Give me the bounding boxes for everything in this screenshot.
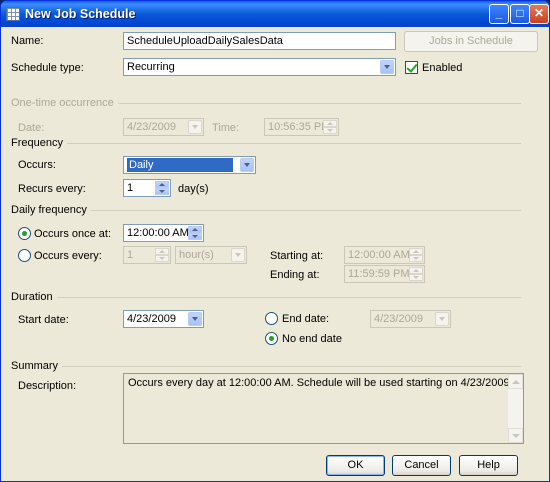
starting-at-label: Starting at: xyxy=(270,250,324,262)
new-job-schedule-dialog: New Job Schedule _ □ ✕ Name: ScheduleUpl… xyxy=(0,0,550,482)
one-time-time-value: 10:56:35 PM xyxy=(268,121,331,133)
spin-down-icon[interactable] xyxy=(409,255,423,262)
frequency-divider xyxy=(11,143,521,144)
occurs-once-time-value: 12:00:00 AM xyxy=(127,227,189,239)
end-date-picker[interactable]: 4/23/2009 xyxy=(370,310,451,328)
chevron-down-icon[interactable] xyxy=(188,120,202,134)
no-end-date-label: No end date xyxy=(282,333,342,345)
chevron-down-icon[interactable] xyxy=(435,312,449,326)
name-label: Name: xyxy=(11,35,44,47)
one-time-group-title: One-time occurrence xyxy=(11,97,118,109)
recurs-every-label: Recurs every: xyxy=(18,183,86,195)
spin-down-icon[interactable] xyxy=(155,255,169,262)
enabled-label: Enabled xyxy=(422,62,463,74)
spin-down-icon[interactable] xyxy=(323,127,337,134)
occurs-dropdown[interactable]: Daily xyxy=(123,156,256,174)
daily-frequency-group-title: Daily frequency xyxy=(11,204,91,216)
jobs-in-schedule-button[interactable]: Jobs in Schedule xyxy=(404,31,538,52)
spin-down-icon[interactable] xyxy=(155,188,169,195)
occurs-every-unit-value: hour(s) xyxy=(179,249,214,261)
name-field[interactable]: ScheduleUploadDailySalesData xyxy=(123,32,396,50)
spin-up-icon[interactable] xyxy=(155,248,169,255)
occurs-every-spinner[interactable]: 1 xyxy=(123,246,171,264)
start-date-picker[interactable]: 4/23/2009 xyxy=(123,310,204,328)
window-title: New Job Schedule xyxy=(25,7,136,21)
occurs-label: Occurs: xyxy=(18,159,56,171)
start-date-label: Start date: xyxy=(18,314,69,326)
chevron-down-icon[interactable] xyxy=(231,248,245,262)
end-date-value: 4/23/2009 xyxy=(374,313,423,325)
spin-down-icon[interactable] xyxy=(188,233,202,240)
frequency-group-title: Frequency xyxy=(11,137,67,149)
occurs-every-label: Occurs every: xyxy=(34,250,102,262)
help-button[interactable]: Help xyxy=(459,455,518,476)
one-time-time-label: Time: xyxy=(212,122,240,134)
spin-up-icon[interactable] xyxy=(188,226,202,233)
cancel-button[interactable]: Cancel xyxy=(392,455,451,476)
start-date-value: 4/23/2009 xyxy=(127,313,176,325)
ending-at-label: Ending at: xyxy=(270,269,320,281)
starting-at-value: 12:00:00 AM xyxy=(348,249,410,261)
starting-at-spinner[interactable]: 12:00:00 AM xyxy=(344,246,425,264)
end-date-radio[interactable] xyxy=(265,312,278,325)
no-end-date-radio[interactable] xyxy=(265,332,278,345)
one-time-date-picker[interactable]: 4/23/2009 xyxy=(123,118,204,136)
scroll-up-icon[interactable] xyxy=(508,374,523,389)
description-textbox[interactable]: Occurs every day at 12:00:00 AM. Schedul… xyxy=(123,373,524,444)
recurs-every-value: 1 xyxy=(127,182,134,194)
minimize-button[interactable]: _ xyxy=(489,4,509,24)
occurs-value: Daily xyxy=(127,158,233,172)
schedule-type-dropdown[interactable]: Recurring xyxy=(123,58,396,76)
description-label: Description: xyxy=(18,380,77,392)
occurs-every-radio[interactable] xyxy=(18,249,31,262)
occurs-once-time-spinner[interactable]: 12:00:00 AM xyxy=(123,224,204,242)
spin-up-icon[interactable] xyxy=(409,248,423,255)
one-time-time-spinner[interactable]: 10:56:35 PM xyxy=(264,118,339,136)
occurs-once-radio[interactable] xyxy=(18,227,31,240)
schedule-type-label: Schedule type: xyxy=(11,62,84,74)
duration-group-title: Duration xyxy=(11,291,57,303)
occurs-every-value: 1 xyxy=(127,249,134,261)
recurs-every-spinner[interactable]: 1 xyxy=(123,179,171,197)
ending-at-spinner[interactable]: 11:59:59 PM xyxy=(344,265,425,283)
maximize-button[interactable]: □ xyxy=(510,4,530,24)
chevron-down-icon[interactable] xyxy=(380,60,394,74)
schedule-type-value: Recurring xyxy=(127,61,175,73)
spin-up-icon[interactable] xyxy=(323,120,337,127)
spin-down-icon[interactable] xyxy=(409,274,423,281)
summary-divider xyxy=(11,366,521,367)
spin-up-icon[interactable] xyxy=(155,181,169,188)
end-date-label: End date: xyxy=(282,313,330,325)
description-text: Occurs every day at 12:00:00 AM. Schedul… xyxy=(128,377,513,389)
occurs-every-unit-dropdown[interactable]: hour(s) xyxy=(175,246,247,264)
duration-divider xyxy=(11,297,521,298)
close-button[interactable]: ✕ xyxy=(529,4,549,24)
one-time-date-label: Date: xyxy=(18,122,45,134)
chevron-down-icon[interactable] xyxy=(240,158,254,172)
enabled-checkbox[interactable] xyxy=(405,61,418,74)
occurs-once-label: Occurs once at: xyxy=(34,228,112,240)
scroll-down-icon[interactable] xyxy=(508,428,523,443)
recurs-every-unit: day(s) xyxy=(178,183,209,195)
chevron-down-icon[interactable] xyxy=(188,312,202,326)
summary-group-title: Summary xyxy=(11,360,63,372)
ending-at-value: 11:59:59 PM xyxy=(348,268,410,280)
description-scrollbar[interactable] xyxy=(508,374,523,443)
title-bar[interactable]: New Job Schedule _ □ ✕ xyxy=(1,1,549,27)
window-app-icon xyxy=(6,7,20,21)
ok-button[interactable]: OK xyxy=(326,455,385,476)
spin-up-icon[interactable] xyxy=(409,267,423,274)
one-time-date-value: 4/23/2009 xyxy=(127,121,176,133)
